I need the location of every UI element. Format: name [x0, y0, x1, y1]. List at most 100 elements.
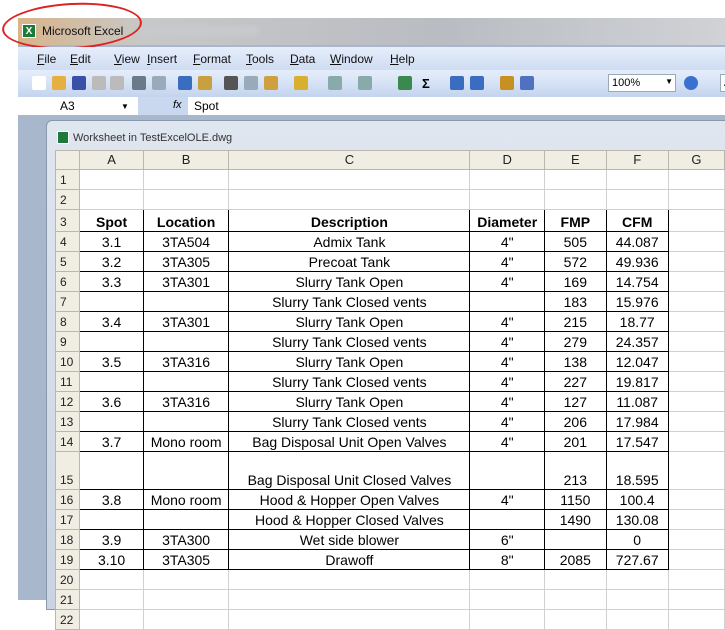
column-header-F[interactable]: F	[605, 150, 669, 170]
row-header[interactable]: 2	[54, 189, 81, 210]
cell[interactable]	[667, 169, 725, 190]
menu-file[interactable]: File	[37, 52, 56, 66]
cell[interactable]: 4"	[469, 251, 546, 272]
cell[interactable]: 138	[544, 351, 607, 372]
cell[interactable]	[228, 569, 471, 590]
cell[interactable]: Precoat Tank	[228, 251, 471, 272]
cell[interactable]: 3.5	[79, 351, 144, 372]
cell[interactable]: 3TA305	[142, 549, 230, 570]
cell[interactable]	[667, 251, 725, 272]
row-header[interactable]: 13	[54, 411, 81, 432]
format-painter-icon[interactable]	[294, 76, 308, 90]
row-header[interactable]: 15	[54, 451, 81, 490]
select-all-corner[interactable]	[54, 150, 81, 170]
cell[interactable]	[667, 291, 725, 312]
cell[interactable]: Mono room	[142, 431, 230, 452]
cell[interactable]: 227	[544, 371, 607, 392]
cell[interactable]	[142, 189, 230, 210]
cell[interactable]: 17.547	[605, 431, 669, 452]
row-header[interactable]: 17	[54, 509, 81, 530]
cell[interactable]: 4"	[469, 331, 546, 352]
menu-format[interactable]: Format	[193, 52, 231, 66]
cell[interactable]: 4"	[469, 231, 546, 252]
cell[interactable]: Drawoff	[228, 549, 471, 570]
fx-icon[interactable]: fx	[138, 97, 188, 115]
email-icon[interactable]	[110, 76, 124, 90]
new-icon[interactable]	[32, 76, 46, 90]
column-header-A[interactable]: A	[79, 150, 144, 170]
row-header[interactable]: 22	[54, 609, 81, 630]
cell[interactable]: 572	[544, 251, 607, 272]
cell[interactable]: 1150	[544, 489, 607, 510]
cell[interactable]	[667, 529, 725, 550]
cell[interactable]	[544, 609, 607, 630]
cell[interactable]	[469, 569, 546, 590]
cell[interactable]: 3.6	[79, 391, 144, 412]
cell[interactable]	[667, 371, 725, 392]
row-header[interactable]: 11	[54, 371, 81, 392]
cell[interactable]: 4"	[469, 351, 546, 372]
cell[interactable]: Hood & Hopper Closed Valves	[228, 509, 471, 530]
cell[interactable]: 24.357	[605, 331, 669, 352]
cell[interactable]: 3TA301	[142, 271, 230, 292]
cell[interactable]: 3.3	[79, 271, 144, 292]
cell[interactable]: 19.817	[605, 371, 669, 392]
cell[interactable]	[667, 549, 725, 570]
cell[interactable]: Admix Tank	[228, 231, 471, 252]
cell[interactable]: 4"	[469, 371, 546, 392]
redo-icon[interactable]	[358, 76, 372, 90]
cell[interactable]: Description	[228, 209, 471, 232]
print-preview-icon[interactable]	[152, 76, 166, 90]
cell[interactable]: 3TA316	[142, 351, 230, 372]
cell[interactable]	[142, 331, 230, 352]
cell[interactable]: 17.984	[605, 411, 669, 432]
row-header[interactable]: 18	[54, 529, 81, 550]
cell[interactable]	[469, 451, 546, 490]
cell[interactable]: 18.77	[605, 311, 669, 332]
cell[interactable]	[667, 231, 725, 252]
menu-data[interactable]: Data	[290, 52, 315, 66]
cell[interactable]: 3.9	[79, 529, 144, 550]
cell[interactable]	[667, 609, 725, 630]
cell[interactable]	[142, 609, 230, 630]
cell[interactable]: 6"	[469, 529, 546, 550]
cell[interactable]	[469, 169, 546, 190]
cell[interactable]: 2085	[544, 549, 607, 570]
cell[interactable]	[667, 189, 725, 210]
cell[interactable]	[667, 451, 725, 490]
undo-icon[interactable]	[328, 76, 342, 90]
column-header-E[interactable]: E	[544, 150, 607, 170]
row-header[interactable]: 19	[54, 549, 81, 570]
row-header[interactable]: 3	[54, 209, 81, 232]
menu-view[interactable]: View	[114, 52, 140, 66]
cell[interactable]	[79, 371, 144, 392]
cell[interactable]	[667, 391, 725, 412]
row-header[interactable]: 12	[54, 391, 81, 412]
cell[interactable]: 100.4	[605, 489, 669, 510]
zoom-select[interactable]: 100% ▼	[608, 74, 676, 92]
cell[interactable]	[605, 609, 669, 630]
cell[interactable]: Spot	[79, 209, 144, 232]
menu-help[interactable]: Help	[390, 52, 415, 66]
cell[interactable]	[544, 189, 607, 210]
cell[interactable]: 3.10	[79, 549, 144, 570]
row-header[interactable]: 6	[54, 271, 81, 292]
cell[interactable]	[605, 189, 669, 210]
cell[interactable]: 11.087	[605, 391, 669, 412]
cell[interactable]: Mono room	[142, 489, 230, 510]
column-header-D[interactable]: D	[469, 150, 546, 170]
cell[interactable]: 44.087	[605, 231, 669, 252]
cell[interactable]: Slurry Tank Open	[228, 391, 471, 412]
cell[interactable]: 3.2	[79, 251, 144, 272]
cell[interactable]: 4"	[469, 391, 546, 412]
cell[interactable]: Slurry Tank Open	[228, 351, 471, 372]
cell[interactable]: 0	[605, 529, 669, 550]
cell[interactable]	[79, 411, 144, 432]
cell[interactable]: Slurry Tank Closed vents	[228, 331, 471, 352]
cell[interactable]	[79, 509, 144, 530]
cell[interactable]: 4"	[469, 411, 546, 432]
cell[interactable]	[667, 209, 725, 232]
hyperlink-icon[interactable]	[398, 76, 412, 90]
menu-edit[interactable]: Edit	[70, 52, 91, 66]
cell[interactable]: 3TA301	[142, 311, 230, 332]
